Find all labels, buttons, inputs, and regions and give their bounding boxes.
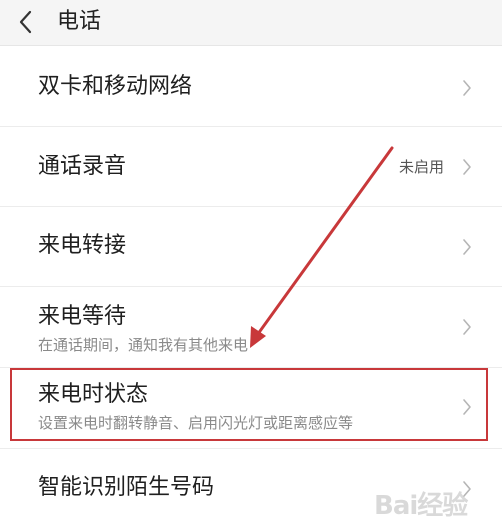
chevron-left-icon[interactable] bbox=[16, 9, 36, 35]
settings-row-call-waiting[interactable]: 来电等待 在通话期间，通知我有其他来电 bbox=[0, 287, 502, 368]
chevron-right-icon bbox=[463, 239, 471, 255]
chevron-right-icon bbox=[463, 319, 471, 335]
status-text: 未启用 bbox=[398, 158, 444, 176]
page-title: 电话 bbox=[57, 9, 102, 34]
settings-row-smart-caller-id[interactable]: 智能识别陌生号码 bbox=[0, 449, 502, 527]
chevron-right-icon bbox=[463, 80, 471, 96]
chevron-right-icon bbox=[463, 399, 471, 415]
row-title: 通话录音 bbox=[38, 154, 127, 179]
row-subtitle: 在通话期间，通知我有其他来电 bbox=[38, 336, 249, 354]
row-subtitle: 设置来电时翻转静音、启用闪光灯或距离感应等 bbox=[38, 414, 354, 432]
row-title: 来电转接 bbox=[38, 233, 127, 258]
settings-row-dual-sim[interactable]: 双卡和移动网络 bbox=[0, 47, 502, 127]
row-title: 智能识别陌生号码 bbox=[38, 475, 215, 500]
settings-row-call-forwarding[interactable]: 来电转接 bbox=[0, 207, 502, 287]
row-title: 来电等待 bbox=[38, 304, 127, 329]
settings-row-call-recording[interactable]: 通话录音 未启用 bbox=[0, 127, 502, 207]
chevron-right-icon bbox=[463, 481, 471, 497]
chevron-right-icon bbox=[463, 159, 471, 175]
title-bar: 电话 bbox=[0, 0, 502, 46]
row-title: 双卡和移动网络 bbox=[38, 74, 193, 99]
settings-row-incoming-call-state[interactable]: 来电时状态 设置来电时翻转静音、启用闪光灯或距离感应等 bbox=[0, 368, 502, 449]
row-title: 来电时状态 bbox=[38, 382, 149, 407]
